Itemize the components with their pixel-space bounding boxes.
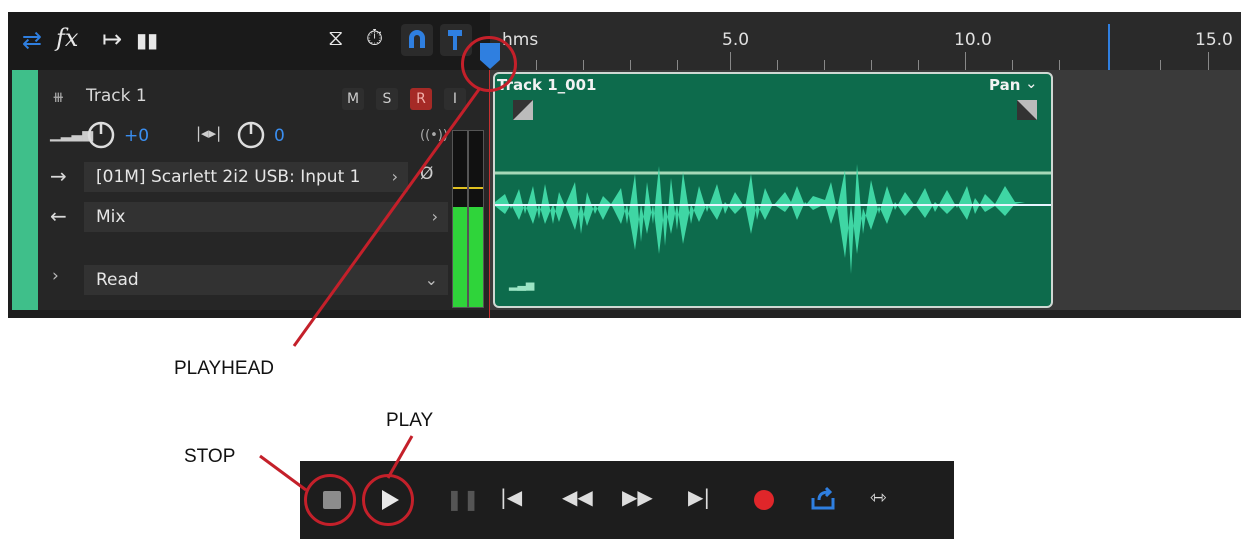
swap-icon[interactable]: ⇄ — [22, 28, 42, 52]
snap-magnet-icon — [409, 30, 425, 48]
waveform — [495, 164, 1051, 274]
multitrack-editor: ⇄ fx ↦ ▮▮ ⧖ ⏱ ⧻ Track 1 M S R I ▁▂▃▅ +0 … — [8, 12, 1241, 318]
loop-playback-button[interactable] — [810, 486, 836, 512]
waveform-shape — [495, 164, 1025, 274]
input-arrow-icon: → — [50, 164, 67, 188]
playhead-pointer-line — [292, 87, 482, 347]
ruler-mark-15: 15.0 — [1195, 30, 1233, 50]
output-select-value: Mix — [96, 207, 126, 227]
timer-icon[interactable]: ⏱ — [366, 27, 383, 51]
pause-button[interactable]: ❚❚ — [446, 487, 480, 511]
rewind-button[interactable]: ◀◀ — [562, 485, 593, 509]
play-pointer-line — [386, 435, 414, 479]
editor-toolbar: ⇄ fx ↦ ▮▮ ⧖ ⏱ — [8, 12, 490, 70]
metronome-icon[interactable]: ⧖ — [328, 27, 343, 51]
fast-forward-button[interactable]: ▶▶ — [622, 485, 653, 509]
ruler-mark-5: 5.0 — [722, 30, 750, 50]
send-icon[interactable]: ↦ — [102, 27, 122, 51]
fx-icon[interactable]: fx — [56, 26, 78, 50]
track-type-icon: ⧻ — [52, 88, 65, 106]
play-annotation-label: PLAY — [386, 410, 434, 431]
volume-knob[interactable] — [86, 120, 116, 150]
pan-icon: |◂▸| — [196, 124, 222, 142]
skip-button[interactable]: ⇿ — [870, 485, 887, 509]
snap-toggle-button[interactable] — [401, 24, 433, 56]
record-button[interactable] — [754, 490, 774, 510]
stop-pointer-line — [259, 454, 307, 492]
audio-clip[interactable]: Track 1_001 Pan ⌄ ▂▃▅ — [493, 72, 1053, 308]
stop-annotation-label: STOP — [184, 446, 236, 467]
automation-mode-value: Read — [96, 270, 139, 290]
track-color-strip — [12, 70, 38, 310]
loop-marker[interactable] — [1108, 24, 1110, 70]
playhead-annotation-label: PLAYHEAD — [174, 358, 274, 379]
timeline-ruler[interactable]: hms 5.0 10.0 15.0 — [490, 12, 1241, 70]
volume-value[interactable]: +0 — [124, 126, 149, 146]
mixer-icon[interactable]: ▮▮ — [136, 28, 158, 52]
go-to-start-button[interactable]: |◀ — [500, 485, 522, 509]
track-name[interactable]: Track 1 — [86, 86, 147, 106]
go-to-end-button[interactable]: ▶| — [688, 485, 710, 509]
stop-highlight-circle — [304, 474, 356, 526]
expand-chevron-icon[interactable]: › — [52, 266, 59, 286]
clip-level-icon: ▂▃▅ — [509, 278, 535, 291]
ruler-mark-10: 10.0 — [954, 30, 992, 50]
output-arrow-icon: ← — [50, 204, 67, 228]
